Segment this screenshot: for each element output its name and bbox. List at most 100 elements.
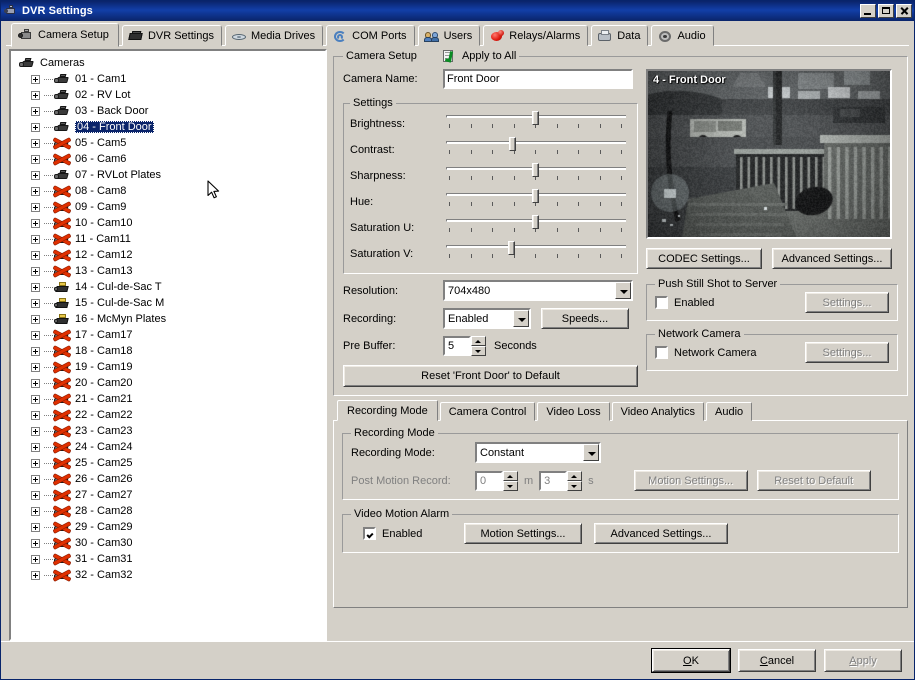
slider-track-area[interactable] (446, 111, 626, 137)
minimize-button[interactable] (860, 4, 876, 18)
push-still-enabled-checkbox[interactable] (655, 296, 668, 309)
expand-icon[interactable] (31, 395, 40, 404)
tree-item[interactable]: 25 - Cam25 (17, 455, 325, 471)
slider-thumb[interactable] (508, 241, 515, 255)
expand-icon[interactable] (31, 187, 40, 196)
expand-icon[interactable] (31, 139, 40, 148)
pre-buffer-stepper[interactable]: 5 (443, 336, 486, 356)
tree-item[interactable]: 09 - Cam9 (17, 199, 325, 215)
expand-icon[interactable] (31, 235, 40, 244)
ok-button[interactable]: OK (652, 649, 730, 672)
tree-item[interactable]: 22 - Cam22 (17, 407, 325, 423)
expand-icon[interactable] (31, 443, 40, 452)
tree-item[interactable]: 10 - Cam10 (17, 215, 325, 231)
tab-media-drives[interactable]: Media Drives (225, 25, 323, 46)
tree-item[interactable]: 17 - Cam17 (17, 327, 325, 343)
post-motion-seconds-spin-buttons[interactable] (567, 471, 582, 491)
tree-item[interactable]: 07 - RVLot Plates (17, 167, 325, 183)
tab-relays-alarms[interactable]: Relays/Alarms (483, 25, 588, 46)
tab-audio[interactable]: Audio (651, 25, 713, 46)
tree-item[interactable]: 08 - Cam8 (17, 183, 325, 199)
spin-up-icon[interactable] (503, 471, 518, 481)
slider-track-area[interactable] (446, 241, 626, 267)
push-still-settings-button[interactable]: Settings... (805, 292, 889, 313)
tree-item[interactable]: 16 - McMyn Plates (17, 311, 325, 327)
sub-tab-video-analytics[interactable]: Video Analytics (612, 402, 704, 421)
reset-camera-default-button[interactable]: Reset 'Front Door' to Default (343, 365, 638, 387)
pre-buffer-spin-buttons[interactable] (471, 336, 486, 356)
sub-tab-audio[interactable]: Audio (706, 402, 752, 421)
spin-down-icon[interactable] (567, 481, 582, 491)
tree-item[interactable]: 12 - Cam12 (17, 247, 325, 263)
camera-preview[interactable]: 4 - Front Door (646, 69, 892, 239)
camera-name-input[interactable]: Front Door (443, 69, 633, 89)
expand-icon[interactable] (31, 411, 40, 420)
slider-thumb[interactable] (532, 163, 539, 177)
tree-item[interactable]: 21 - Cam21 (17, 391, 325, 407)
tree-item[interactable]: 23 - Cam23 (17, 423, 325, 439)
expand-icon[interactable] (31, 107, 40, 116)
tree-item[interactable]: 14 - Cul-de-Sac T (17, 279, 325, 295)
vma-advanced-settings-button[interactable]: Advanced Settings... (594, 523, 728, 544)
recording-select[interactable]: Enabled (443, 308, 531, 329)
advanced-settings-button[interactable]: Advanced Settings... (772, 248, 892, 269)
tree-item[interactable]: 11 - Cam11 (17, 231, 325, 247)
tree-item[interactable]: 32 - Cam32 (17, 567, 325, 583)
expand-icon[interactable] (31, 475, 40, 484)
tree-item[interactable]: 31 - Cam31 (17, 551, 325, 567)
tree-item[interactable]: 01 - Cam1 (17, 71, 325, 87)
camera-tree-panel[interactable]: Cameras 01 - Cam1 02 - RV Lot 03 - Back Do… (9, 49, 327, 641)
spin-down-icon[interactable] (503, 481, 518, 491)
tree-item[interactable]: 30 - Cam30 (17, 535, 325, 551)
expand-icon[interactable] (31, 251, 40, 260)
expand-icon[interactable] (31, 123, 40, 132)
sub-tab-video-loss[interactable]: Video Loss (537, 402, 609, 421)
slider-track-area[interactable] (446, 137, 626, 163)
tree-item[interactable]: 15 - Cul-de-Sac M (17, 295, 325, 311)
expand-icon[interactable] (31, 315, 40, 324)
chevron-down-icon[interactable] (583, 444, 599, 461)
resolution-select[interactable]: 704x480 (443, 280, 633, 301)
tree-item[interactable]: 29 - Cam29 (17, 519, 325, 535)
pre-buffer-value[interactable]: 5 (443, 336, 471, 356)
expand-icon[interactable] (31, 283, 40, 292)
video-motion-alarm-checkbox[interactable] (363, 527, 376, 540)
post-motion-minutes-stepper[interactable]: 0 (475, 471, 518, 491)
tab-users[interactable]: Users (418, 25, 481, 46)
tree-item[interactable]: 26 - Cam26 (17, 471, 325, 487)
tree-item[interactable]: 28 - Cam28 (17, 503, 325, 519)
expand-icon[interactable] (31, 571, 40, 580)
expand-icon[interactable] (31, 507, 40, 516)
expand-icon[interactable] (31, 539, 40, 548)
post-motion-minutes-value[interactable]: 0 (475, 471, 503, 491)
slider-track-area[interactable] (446, 163, 626, 189)
tab-dvr-settings[interactable]: DVR Settings (122, 25, 222, 46)
tree-item[interactable]: 20 - Cam20 (17, 375, 325, 391)
tree-item[interactable]: 27 - Cam27 (17, 487, 325, 503)
slider-thumb[interactable] (532, 189, 539, 203)
expand-icon[interactable] (31, 219, 40, 228)
expand-icon[interactable] (31, 203, 40, 212)
tab-data[interactable]: Data (591, 25, 648, 46)
expand-icon[interactable] (31, 155, 40, 164)
speeds-button[interactable]: Speeds... (541, 308, 629, 329)
tree-item[interactable]: 24 - Cam24 (17, 439, 325, 455)
cancel-button[interactable]: Cancel (738, 649, 816, 672)
apply-button[interactable]: Apply (824, 649, 902, 672)
expand-icon[interactable] (31, 267, 40, 276)
tree-item[interactable]: 13 - Cam13 (17, 263, 325, 279)
slider-track-area[interactable] (446, 189, 626, 215)
tab-camera-setup[interactable]: Camera Setup (11, 23, 119, 47)
spin-up-icon[interactable] (567, 471, 582, 481)
slider-thumb[interactable] (509, 137, 516, 151)
slider-thumb[interactable] (532, 215, 539, 229)
recording-mode-select[interactable]: Constant (475, 442, 601, 463)
expand-icon[interactable] (31, 427, 40, 436)
motion-settings-button[interactable]: Motion Settings... (634, 470, 748, 491)
expand-icon[interactable] (31, 171, 40, 180)
close-button[interactable] (896, 4, 912, 18)
chevron-down-icon[interactable] (615, 282, 631, 299)
post-motion-seconds-stepper[interactable]: 3 (539, 471, 582, 491)
expand-icon[interactable] (31, 555, 40, 564)
tree-item[interactable]: 03 - Back Door (17, 103, 325, 119)
